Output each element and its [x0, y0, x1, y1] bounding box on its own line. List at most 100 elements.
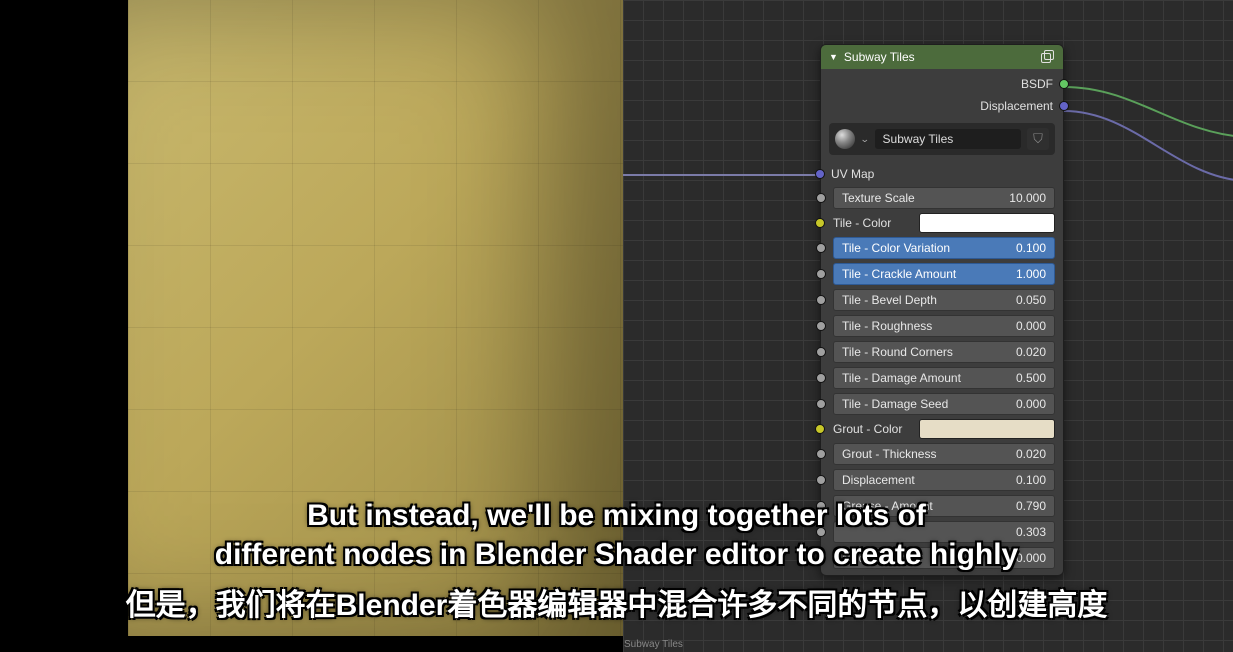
collapse-icon[interactable]: ▼ — [829, 52, 838, 62]
param-tile-color: Tile - Color — [821, 211, 1063, 235]
output-displacement-label: Displacement — [980, 99, 1053, 113]
subway-tiles-node[interactable]: ▼ Subway Tiles BSDF Displacement ⌄ Su — [820, 44, 1064, 576]
texture-scale-socket[interactable] — [816, 193, 826, 203]
node-wire-displacement — [1064, 106, 1233, 186]
param-label: Grease - Amount — [842, 499, 933, 513]
param-label: Tile - Roughness — [842, 319, 932, 333]
param-value: 1.000 — [1016, 267, 1046, 281]
param-label: Tile - Color Variation — [842, 241, 950, 255]
grout-color-socket[interactable] — [815, 424, 825, 434]
grout-thickness-socket[interactable] — [816, 449, 826, 459]
param-value: 0.000 — [1016, 319, 1046, 333]
param-label: Grout - Color — [833, 422, 911, 436]
node-wire-bsdf — [1064, 82, 1233, 142]
input-uvmap-label: UV Map — [831, 167, 874, 181]
tile-color-variation-socket[interactable] — [816, 243, 826, 253]
uvmap-socket[interactable] — [815, 169, 825, 179]
param-label: Displacement — [842, 473, 915, 487]
mud-amount-socket[interactable] — [816, 553, 826, 563]
param-label: Tile - Bevel Depth — [842, 293, 937, 307]
param-grout-color: Grout - Color — [821, 417, 1063, 441]
param-label: Texture Scale — [842, 191, 915, 205]
bsdf-socket[interactable] — [1059, 79, 1069, 89]
param-value: 10.000 — [1009, 191, 1046, 205]
footer-material-name: Subway Tiles — [624, 639, 683, 650]
param-label: Mud Amount — [842, 551, 909, 565]
obscured-field-1[interactable]: 0.303 — [833, 521, 1055, 543]
param-value: 0.790 — [1016, 499, 1046, 513]
duplicate-icon[interactable] — [1041, 50, 1055, 64]
output-bsdf-label: BSDF — [1021, 77, 1053, 91]
param-tile-damage-amount: Tile - Damage Amount 0.500 — [821, 365, 1063, 391]
param-value: 0.100 — [1016, 241, 1046, 255]
displacement-field[interactable]: Displacement 0.100 — [833, 469, 1055, 491]
3d-viewport[interactable]: y z — [0, 0, 623, 652]
tile-roughness-socket[interactable] — [816, 321, 826, 331]
material-sphere-icon — [835, 129, 855, 149]
param-label: Tile - Round Corners — [842, 345, 953, 359]
tile-damage-amount-field[interactable]: Tile - Damage Amount 0.500 — [833, 367, 1055, 389]
param-value: 0.020 — [1016, 447, 1046, 461]
param-value: 0.000 — [1016, 551, 1046, 565]
param-value: 0.020 — [1016, 345, 1046, 359]
node-header[interactable]: ▼ Subway Tiles — [821, 45, 1063, 69]
param-grease-amount: Grease - Amount 0.790 — [821, 493, 1063, 519]
texture-scale-field[interactable]: Texture Scale 10.000 — [833, 187, 1055, 209]
grout-thickness-field[interactable]: Grout - Thickness 0.020 — [833, 443, 1055, 465]
param-grout-thickness: Grout - Thickness 0.020 — [821, 441, 1063, 467]
param-displacement: Displacement 0.100 — [821, 467, 1063, 493]
tile-roughness-field[interactable]: Tile - Roughness 0.000 — [833, 315, 1055, 337]
material-selector[interactable]: ⌄ Subway Tiles ⛉ — [829, 123, 1055, 155]
output-displacement-row: Displacement — [821, 95, 1063, 117]
output-bsdf-row: BSDF — [821, 73, 1063, 95]
param-label: Tile - Crackle Amount — [842, 267, 956, 281]
param-texture-scale: Texture Scale 10.000 — [821, 185, 1063, 211]
shield-icon[interactable]: ⛉ — [1027, 128, 1049, 150]
displacement-input-socket[interactable] — [816, 475, 826, 485]
tile-damage-seed-socket[interactable] — [816, 399, 826, 409]
param-value: 0.000 — [1016, 397, 1046, 411]
param-tile-crackle-amount: Tile - Crackle Amount 1.000 — [821, 261, 1063, 287]
param-label: Grout - Thickness — [842, 447, 936, 461]
tile-color-socket[interactable] — [815, 218, 825, 228]
chevron-down-icon[interactable]: ⌄ — [860, 134, 870, 145]
material-name-field[interactable]: Subway Tiles — [875, 129, 1021, 149]
tile-bevel-depth-socket[interactable] — [816, 295, 826, 305]
param-value: 0.303 — [1016, 525, 1046, 539]
tile-color-swatch[interactable] — [919, 213, 1055, 233]
param-label: Tile - Color — [833, 216, 911, 230]
tile-color-variation-field[interactable]: Tile - Color Variation 0.100 — [833, 237, 1055, 259]
tile-bevel-depth-field[interactable]: Tile - Bevel Depth 0.050 — [833, 289, 1055, 311]
node-body: BSDF Displacement ⌄ Subway Tiles ⛉ UV Ma… — [821, 69, 1063, 575]
tile-damage-amount-socket[interactable] — [816, 373, 826, 383]
obscured-socket-1[interactable] — [816, 527, 826, 537]
param-tile-bevel-depth: Tile - Bevel Depth 0.050 — [821, 287, 1063, 313]
param-label: Tile - Damage Amount — [842, 371, 961, 385]
param-value: 0.500 — [1016, 371, 1046, 385]
grease-amount-field[interactable]: Grease - Amount 0.790 — [833, 495, 1055, 517]
param-label: Tile - Damage Seed — [842, 397, 948, 411]
param-tile-damage-seed: Tile - Damage Seed 0.000 — [821, 391, 1063, 417]
tile-damage-seed-field[interactable]: Tile - Damage Seed 0.000 — [833, 393, 1055, 415]
param-obscured-1: 0.303 — [821, 519, 1063, 545]
param-value: 0.050 — [1016, 293, 1046, 307]
mud-amount-field[interactable]: Mud Amount 0.000 — [833, 547, 1055, 569]
param-value: 0.100 — [1016, 473, 1046, 487]
displacement-socket[interactable] — [1059, 101, 1069, 111]
tile-crackle-amount-socket[interactable] — [816, 269, 826, 279]
tile-round-corners-socket[interactable] — [816, 347, 826, 357]
node-wire-input — [623, 170, 820, 180]
node-title: Subway Tiles — [844, 50, 915, 64]
param-mud-amount: Mud Amount 0.000 — [821, 545, 1063, 571]
material-preview-plane[interactable] — [128, 0, 623, 636]
shader-node-editor[interactable]: ▼ Subway Tiles BSDF Displacement ⌄ Su — [623, 0, 1233, 652]
param-tile-round-corners: Tile - Round Corners 0.020 — [821, 339, 1063, 365]
input-uvmap-row: UV Map — [821, 163, 1063, 185]
param-tile-roughness: Tile - Roughness 0.000 — [821, 313, 1063, 339]
grout-color-swatch[interactable] — [919, 419, 1055, 439]
workspace: y z ▼ Subway Tiles BSDF — [0, 0, 1233, 652]
grease-amount-socket[interactable] — [816, 501, 826, 511]
tile-crackle-amount-field[interactable]: Tile - Crackle Amount 1.000 — [833, 263, 1055, 285]
tile-round-corners-field[interactable]: Tile - Round Corners 0.020 — [833, 341, 1055, 363]
param-tile-color-variation: Tile - Color Variation 0.100 — [821, 235, 1063, 261]
